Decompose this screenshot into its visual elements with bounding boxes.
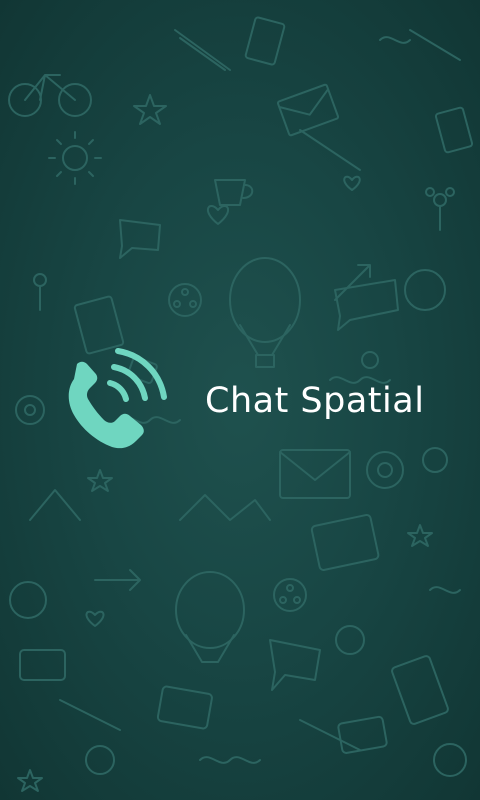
phone-signal-icon [68,348,167,449]
splash-screen: Chat Spatial [0,0,480,800]
app-name: Chat Spatial [205,381,425,421]
app-brand: Chat Spatial [60,345,440,455]
